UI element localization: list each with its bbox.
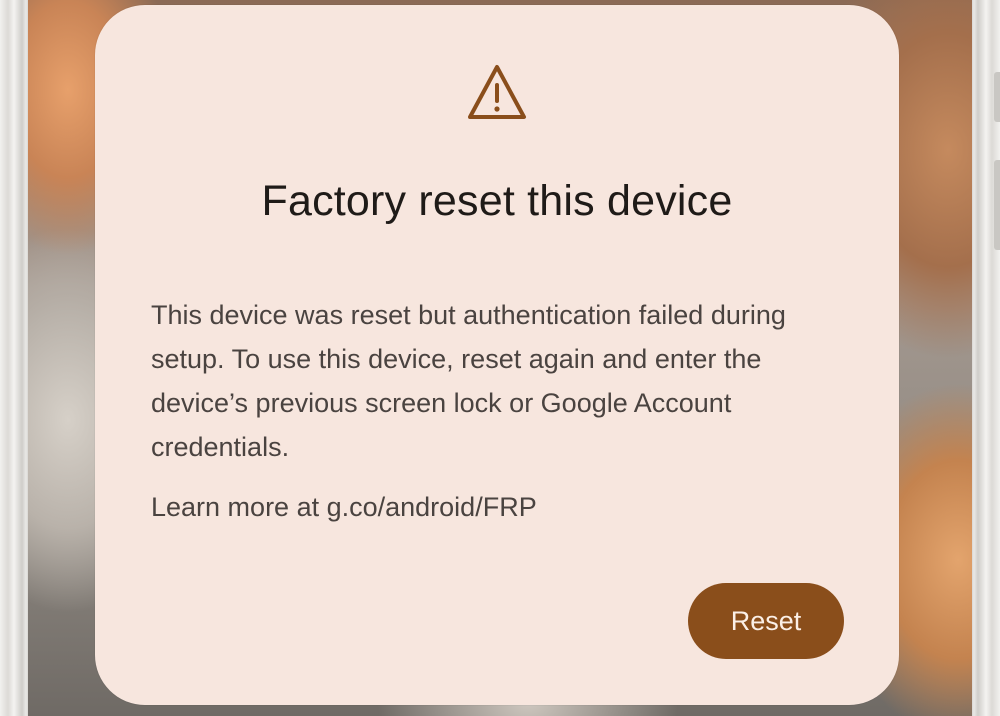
warning-triangle-icon xyxy=(468,65,526,119)
factory-reset-dialog: Factory reset this device This device wa… xyxy=(95,5,899,705)
learn-more-text: Learn more at g.co/android/FRP xyxy=(151,492,537,522)
dialog-message: This device was reset but authentication… xyxy=(151,300,786,462)
phone-side-button xyxy=(994,72,1000,122)
reset-button[interactable]: Reset xyxy=(688,583,844,659)
dialog-title: Factory reset this device xyxy=(261,177,733,225)
phone-side-button xyxy=(994,160,1000,250)
